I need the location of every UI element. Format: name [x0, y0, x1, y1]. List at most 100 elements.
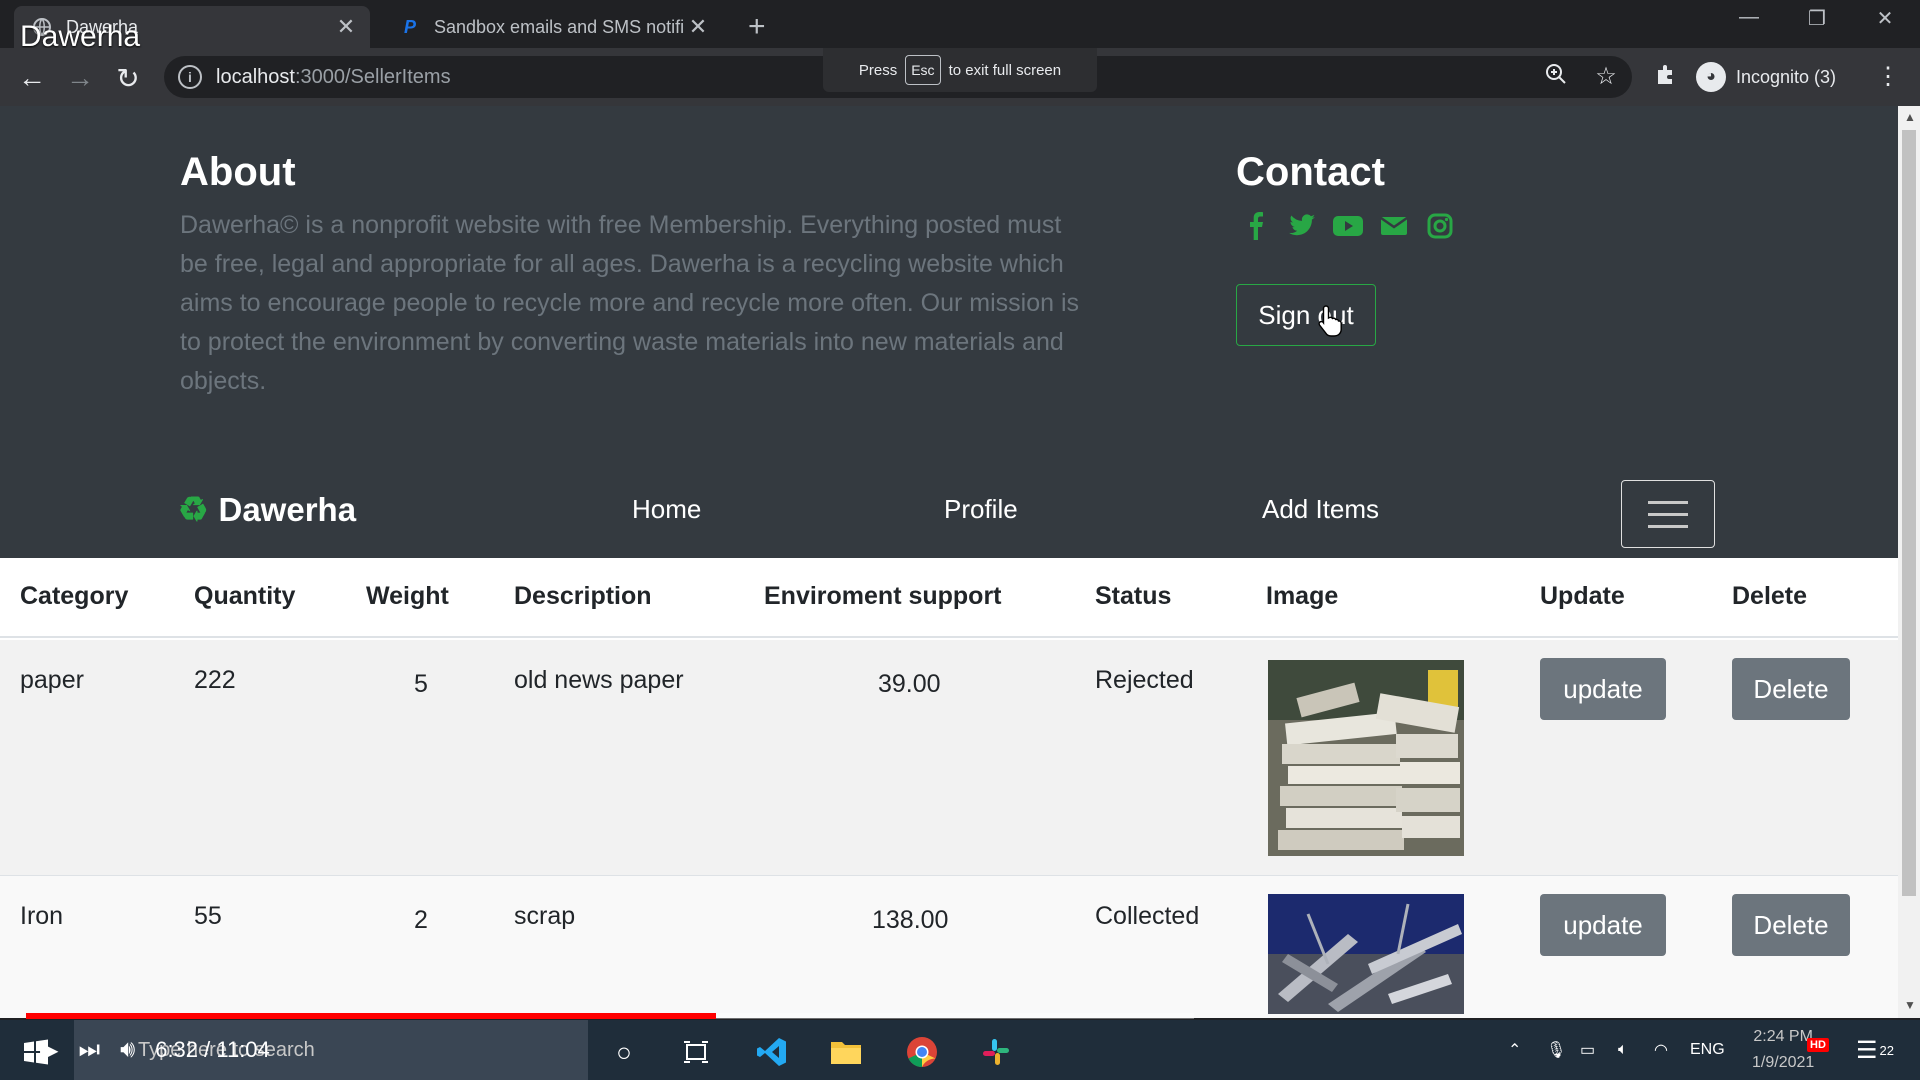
- recycle-icon: ♻: [178, 491, 209, 529]
- nav-profile[interactable]: Profile: [944, 494, 1018, 525]
- task-view-icon[interactable]: [676, 1032, 716, 1072]
- nav-home[interactable]: Home: [632, 494, 701, 525]
- cell-status: Rejected: [1095, 666, 1194, 694]
- cell-weight: 2: [414, 906, 428, 934]
- paypal-icon: P: [403, 16, 416, 37]
- notification-icon: ☰: [1856, 1036, 1878, 1064]
- bookmark-star-icon[interactable]: ☆: [1590, 62, 1622, 94]
- hint-text: Press: [858, 61, 898, 79]
- reload-icon[interactable]: ↻: [110, 60, 146, 96]
- update-button[interactable]: update: [1540, 658, 1666, 720]
- tab-title: Sandbox emails and SMS notifica: [434, 16, 684, 37]
- new-tab-icon[interactable]: +: [748, 10, 766, 44]
- cell-weight: 5: [414, 670, 428, 698]
- instagram-icon[interactable]: [1424, 210, 1456, 242]
- contact-heading: Contact: [1236, 150, 1385, 194]
- header-description: Description: [514, 582, 652, 610]
- language-indicator[interactable]: ENG: [1690, 1020, 1725, 1080]
- cell-category: paper: [20, 666, 84, 694]
- forward-icon[interactable]: →: [62, 60, 98, 96]
- hand-cursor-icon: [1318, 305, 1342, 337]
- page-scrollbar[interactable]: ▲ ▼: [1898, 106, 1920, 1018]
- taskbar-clock[interactable]: 2:24 PM 1/9/2021: [1752, 1024, 1814, 1076]
- scroll-down-icon[interactable]: ▼: [1904, 998, 1916, 1012]
- envelope-icon[interactable]: [1378, 210, 1410, 242]
- menu-kebab-icon[interactable]: ⋮: [1872, 62, 1904, 94]
- hamburger-line: [1648, 513, 1688, 516]
- slack-icon[interactable]: [976, 1032, 1016, 1072]
- speaker-icon[interactable]: 🔈︎: [1618, 1020, 1628, 1080]
- esc-key: Esc: [905, 55, 941, 85]
- navbar-toggler-button[interactable]: [1621, 480, 1715, 548]
- next-icon[interactable]: ⏭: [78, 1036, 100, 1064]
- cell-description: old news paper: [514, 666, 684, 694]
- youtube-icon[interactable]: [1332, 210, 1364, 242]
- info-icon[interactable]: i: [178, 65, 202, 89]
- twitter-icon[interactable]: [1286, 210, 1318, 242]
- windows-taskbar: Type here to search ○: [0, 1020, 1920, 1080]
- volume-icon[interactable]: 🔊︎: [120, 1036, 135, 1064]
- brand-name: Dawerha: [218, 491, 357, 528]
- facebook-icon[interactable]: [1240, 210, 1272, 242]
- notification-count: 22: [1879, 1042, 1894, 1058]
- cell-description: scrap: [514, 902, 576, 930]
- url-host: localhost: [216, 65, 295, 88]
- close-tab-icon[interactable]: ✕: [684, 14, 712, 40]
- item-image-newspaper[interactable]: [1268, 660, 1464, 856]
- header-update: Update: [1540, 582, 1625, 610]
- close-window-icon[interactable]: ✕: [1860, 6, 1910, 31]
- header-status: Status: [1095, 582, 1172, 610]
- microphone-icon[interactable]: 🎙︎: [1546, 1020, 1566, 1080]
- scroll-up-icon[interactable]: ▲: [1904, 110, 1916, 124]
- video-time: 6:32 / 11:04: [155, 1037, 270, 1062]
- tray-chevron-icon[interactable]: ⌃: [1508, 1020, 1521, 1080]
- restore-icon[interactable]: ❐: [1792, 6, 1842, 31]
- wifi-icon[interactable]: ◠: [1654, 1020, 1668, 1080]
- scrollbar-thumb[interactable]: [1902, 130, 1916, 896]
- tab-sandbox[interactable]: P Sandbox emails and SMS notifica ✕: [382, 6, 722, 48]
- video-progress-bar[interactable]: [26, 1013, 1194, 1019]
- video-controls: ▶ ⏭ 🔊︎ 6:32 / 11:04: [40, 1032, 270, 1068]
- page-viewport: About Dawerha© is a nonprofit website wi…: [0, 106, 1898, 1018]
- about-heading: About: [180, 150, 296, 194]
- vscode-icon[interactable]: [752, 1032, 792, 1072]
- cortana-icon[interactable]: ○: [604, 1032, 644, 1072]
- close-tab-icon[interactable]: ✕: [332, 14, 360, 40]
- delete-button[interactable]: Delete: [1732, 894, 1850, 956]
- nav-add-items[interactable]: Add Items: [1262, 494, 1379, 525]
- notification-center-icon[interactable]: ☰ 22: [1856, 1020, 1894, 1080]
- battery-icon[interactable]: ▭: [1580, 1020, 1595, 1080]
- chrome-icon[interactable]: [902, 1032, 942, 1072]
- site-navbar: ♻ Dawerha Home Profile Add Items: [0, 456, 1898, 558]
- hd-badge: HD: [1807, 1038, 1829, 1052]
- fullscreen-hint: Press Esc to exit full screen: [823, 48, 1097, 92]
- browser-window: Dawerha ✕ P Sandbox emails and SMS notif…: [0, 0, 1920, 1080]
- zoom-icon[interactable]: [1540, 62, 1572, 94]
- cell-category: Iron: [20, 902, 64, 930]
- seller-items-table: Category Quantity Weight Description Env…: [0, 558, 1898, 1018]
- hamburger-line: [1648, 525, 1688, 528]
- table-header: Category Quantity Weight Description Env…: [0, 558, 1898, 638]
- url-path: :3000/SellerItems: [294, 65, 451, 88]
- cell-support: 39.00: [878, 670, 941, 698]
- brand-link[interactable]: ♻ Dawerha: [178, 490, 356, 530]
- sign-out-button[interactable]: Sign out: [1236, 284, 1376, 346]
- incognito-profile[interactable]: ◕ Incognito (3): [1696, 58, 1836, 96]
- file-explorer-icon[interactable]: [826, 1032, 866, 1072]
- delete-button[interactable]: Delete: [1732, 658, 1850, 720]
- cell-quantity: 222: [194, 666, 236, 694]
- header-quantity: Quantity: [194, 582, 296, 610]
- play-icon[interactable]: ▶: [40, 1036, 58, 1065]
- video-progress-fill: [26, 1013, 717, 1019]
- header-weight: Weight: [366, 582, 449, 610]
- item-image-scrap-iron[interactable]: [1268, 894, 1464, 1014]
- update-button[interactable]: update: [1540, 894, 1666, 956]
- incognito-icon: ◕: [1696, 62, 1726, 92]
- cell-quantity: 55: [194, 902, 222, 930]
- back-icon[interactable]: ←: [14, 60, 50, 96]
- extensions-icon[interactable]: [1650, 62, 1682, 94]
- hint-text: to exit full screen: [948, 61, 1062, 79]
- header-environment-support: Enviroment support: [764, 582, 1002, 610]
- table-row: Iron 55 2 scrap 138.00 Collected update …: [0, 876, 1898, 1018]
- minimize-icon[interactable]: —: [1724, 6, 1774, 29]
